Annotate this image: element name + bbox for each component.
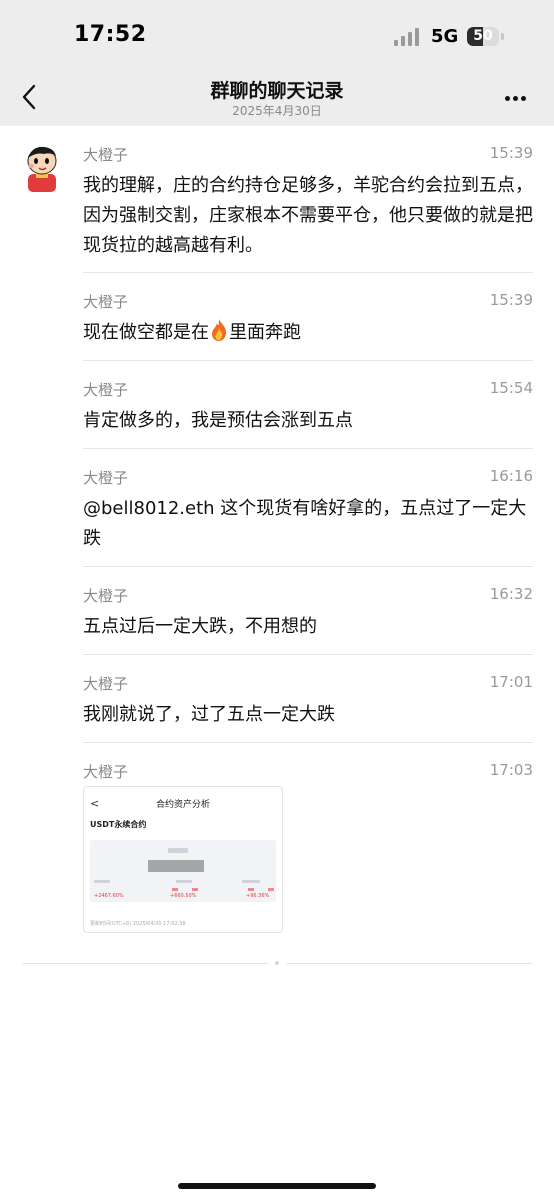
divider: [83, 654, 533, 655]
red-marker: [248, 888, 254, 891]
end-divider-right: [286, 963, 532, 964]
blurred-label: [94, 880, 110, 883]
message-text: 我的理解，庄的合约持仓足够多，羊驼合约会拉到五点，因为强制交割，庄家根本不需要平…: [83, 175, 533, 256]
thumb-subtitle: USDT永续合约: [90, 820, 147, 829]
sender-name: 大橙子: [83, 381, 129, 399]
message-text: 我刚就说了，过了五点一定大跌: [83, 704, 335, 725]
status-time: 17:52: [74, 22, 147, 47]
message-text-part: 现在做空都是在: [83, 322, 209, 343]
battery-percent: 50: [473, 28, 493, 44]
avatar-icon: [27, 146, 57, 192]
sender-name: 大橙子: [83, 675, 129, 693]
message-item[interactable]: 大橙子 16:16 @bell8012.eth 这个现货有啥好拿的，五点过了一定…: [83, 467, 533, 557]
divider: [83, 448, 533, 449]
sender-name: 大橙子: [83, 763, 129, 781]
sender-name: 大橙子: [83, 293, 129, 311]
message-time: 15:54: [489, 379, 533, 397]
more-button[interactable]: [498, 84, 534, 112]
message-item[interactable]: 大橙子 16:32 五点过后一定大跌，不用想的: [83, 585, 533, 645]
blurred-text: [168, 848, 188, 853]
blurred-label: [176, 880, 192, 883]
thumb-red-value: +660.50%: [170, 893, 197, 899]
message-time: 16:32: [489, 585, 533, 603]
message-time: 17:01: [489, 673, 533, 691]
home-indicator[interactable]: [178, 1183, 376, 1189]
page-title: 群聊的聊天记录: [210, 80, 344, 102]
message-item[interactable]: 大橙子 15:39 现在做空都是在 里面奔跑: [83, 291, 533, 351]
thumb-red-value: +96.36%: [246, 893, 270, 899]
divider: [83, 272, 533, 273]
battery-tip: [501, 33, 504, 40]
divider: [83, 742, 533, 743]
network-label: 5G: [431, 26, 459, 47]
message-time: 17:03: [489, 761, 533, 779]
avatar[interactable]: [22, 144, 62, 192]
page-subtitle: 2025年4月30日: [232, 104, 322, 118]
thumb-title: 合约资产分析: [155, 800, 210, 810]
message-text: 肯定做多的，我是预估会涨到五点: [83, 410, 353, 431]
message-time: 15:39: [489, 291, 533, 309]
message-item[interactable]: 大橙子 17:03: [83, 761, 533, 783]
blurred-label: [242, 880, 260, 883]
message-time: 15:39: [489, 144, 533, 162]
blurred-value: [148, 860, 204, 872]
red-marker: [268, 888, 274, 891]
message-item[interactable]: 大橙子 15:54 肯定做多的，我是预估会涨到五点: [83, 379, 533, 439]
fire-emoji: [209, 318, 229, 342]
battery-icon: 50: [467, 27, 499, 46]
sender-name: 大橙子: [83, 469, 129, 487]
end-divider-dot: [275, 961, 279, 965]
sender-name: 大橙子: [83, 146, 129, 164]
thumb-card: +2467.60% +660.50% +96.36%: [90, 840, 276, 902]
divider: [83, 360, 533, 361]
nav-bar: 群聊的聊天记录 2025年4月30日: [0, 70, 554, 126]
red-marker: [172, 888, 178, 891]
message-text: 五点过后一定大跌，不用想的: [83, 616, 317, 637]
thumb-red-value: +2467.60%: [94, 893, 124, 899]
message-text: 现在做空都是在 里面奔跑: [83, 318, 533, 348]
sender-name: 大橙子: [83, 587, 129, 605]
thumb-footer: 更新时间(UTC+8) 2025/04/30 17:02:38: [90, 921, 186, 927]
message-text: @bell8012.eth 这个现货有啥好拿的，五点过了一定大跌: [83, 498, 527, 549]
message-text-part: 里面奔跑: [229, 322, 301, 343]
divider: [83, 566, 533, 567]
red-marker: [192, 888, 198, 891]
signal-icon: [394, 28, 424, 46]
end-divider-left: [22, 963, 268, 964]
message-item[interactable]: 大橙子 17:01 我刚就说了，过了五点一定大跌: [83, 673, 533, 733]
message-item[interactable]: 大橙子 15:39 我的理解，庄的合约持仓足够多，羊驼合约会拉到五点，因为强制交…: [83, 144, 533, 264]
image-message-thumbnail[interactable]: < 合约资产分析 USDT永续合约 +2467.60% +660.50% +96…: [83, 786, 283, 933]
status-bar: 17:52 5G 50: [0, 0, 554, 70]
message-time: 16:16: [489, 467, 533, 485]
